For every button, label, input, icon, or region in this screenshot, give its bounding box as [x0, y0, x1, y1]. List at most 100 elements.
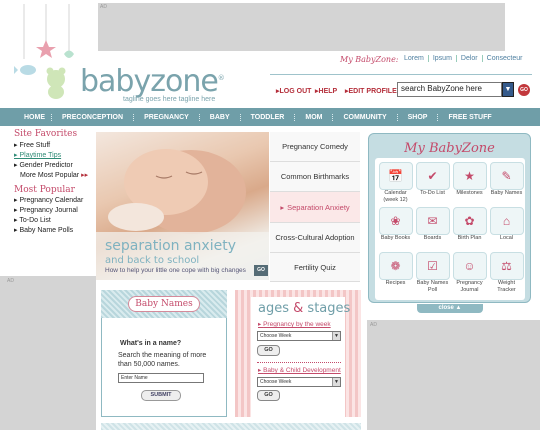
- top-link[interactable]: Lorem: [400, 55, 428, 62]
- search-dropdown[interactable]: ▼: [502, 82, 514, 97]
- nav-toddler[interactable]: TODDLER: [241, 113, 296, 121]
- top-link[interactable]: Ipsum: [427, 55, 456, 62]
- my-babyzone-tile[interactable]: ☑ Baby Names Poll: [414, 252, 451, 294]
- right-ad-block[interactable]: [367, 320, 540, 430]
- poll-icon: ☑: [415, 252, 450, 280]
- tagline: tagline goes here tagline here: [123, 96, 216, 103]
- nav-community[interactable]: COMMUNITY: [333, 113, 398, 121]
- hero-go-button[interactable]: GO: [254, 265, 268, 276]
- my-babyzone-tile[interactable]: ❀ Baby Books: [377, 207, 414, 249]
- top-link[interactable]: Consecteur: [481, 55, 527, 62]
- top-ad-banner[interactable]: [98, 3, 505, 51]
- header-divider: [270, 74, 532, 75]
- left-ad-block[interactable]: [0, 276, 96, 430]
- feature-item[interactable]: Fertility Quiz: [270, 253, 360, 282]
- enter-name-input[interactable]: Enter Name: [118, 373, 204, 383]
- ad-label: AD: [370, 322, 377, 328]
- chevron-down-icon: ▼: [332, 332, 340, 340]
- books-icon: ❀: [378, 207, 413, 235]
- sidebar-item[interactable]: ▸ To-Do List: [14, 216, 83, 226]
- my-babyzone-label[interactable]: My BabyZone:: [340, 55, 399, 64]
- journal-icon: ☺: [452, 252, 487, 280]
- my-babyzone-tile[interactable]: ☺ Pregnancy Journal: [451, 252, 488, 294]
- top-links: Lorem Ipsum Delor Consecteur: [400, 55, 526, 62]
- nav-preconception[interactable]: PRECONCEPTION: [52, 113, 135, 121]
- nav-mom[interactable]: MOM: [295, 113, 334, 121]
- nav-shop[interactable]: SHOP: [398, 113, 439, 121]
- tile-label: Boards: [423, 235, 442, 241]
- tile-label: To-Do List: [420, 190, 445, 196]
- tile-label: Baby Names Poll: [416, 280, 449, 293]
- my-babyzone-tile[interactable]: ⌂ Local: [488, 207, 525, 249]
- top-link[interactable]: Delor: [455, 55, 482, 62]
- my-babyzone-tile[interactable]: ✿ Birth Plan: [451, 207, 488, 249]
- tile-grid: 📅 Calendar (week 12) ✔ To-Do List ★ Milestone…: [377, 162, 525, 294]
- hero-subtitle[interactable]: and back to school: [105, 255, 199, 266]
- pregnancy-by-week-link[interactable]: ▸ Pregnancy by the week: [258, 320, 331, 328]
- search-input[interactable]: search BabyZone here: [397, 82, 502, 97]
- ages-stages-title: ages & stages: [258, 301, 351, 316]
- go-button[interactable]: GO: [257, 345, 280, 356]
- feature-item-active[interactable]: ▸ Separation Anxiety: [270, 192, 360, 223]
- sidebar-item[interactable]: ▸ Pregnancy Journal: [14, 206, 83, 216]
- nav-baby[interactable]: BABY: [200, 113, 241, 121]
- hero-title[interactable]: separation anxiety: [105, 238, 236, 254]
- choose-week-select[interactable]: Choose Week ▼: [257, 331, 341, 341]
- my-babyzone-tile[interactable]: ✎ Baby Names: [488, 162, 525, 204]
- birthplan-icon: ✿: [452, 207, 487, 235]
- recipes-icon: ❁: [378, 252, 413, 280]
- edit-profile-link[interactable]: ▸EDIT PROFILE: [345, 87, 397, 95]
- nav-home[interactable]: HOME: [0, 113, 52, 121]
- choose-week-select[interactable]: Choose Week ▼: [257, 377, 341, 387]
- help-link[interactable]: ▸HELP: [315, 87, 337, 95]
- sidebar-item[interactable]: ▸ Pregnancy Calendar: [14, 196, 83, 206]
- nav-free-stuff[interactable]: FREE STUFF: [438, 114, 501, 121]
- bottom-strip: [101, 423, 361, 430]
- nav-pregnancy[interactable]: PREGNANCY: [134, 113, 200, 121]
- tile-label: Baby Books: [380, 235, 411, 241]
- todo-icon: ✔: [415, 162, 450, 190]
- ad-label: AD: [7, 278, 14, 284]
- divider: [257, 362, 341, 363]
- my-babyzone-tile[interactable]: 📅 Calendar (week 12): [377, 162, 414, 204]
- sidebar-item[interactable]: More Most Popular ▸▸: [14, 171, 88, 181]
- weight-icon: ⚖: [489, 252, 524, 280]
- log-out-link[interactable]: ▸LOG OUT: [276, 87, 311, 95]
- feature-item[interactable]: Cross-Cultural Adoption: [270, 223, 360, 253]
- calendar-icon: 📅: [378, 162, 413, 190]
- baby-names-question: What's in a name?: [120, 340, 182, 347]
- close-panel-button[interactable]: close ▲: [417, 304, 483, 313]
- my-babyzone-tile[interactable]: ⚖ Weight Tracker: [488, 252, 525, 294]
- logo-wordmark[interactable]: babyzone®: [80, 64, 225, 99]
- my-babyzone-tile[interactable]: ✔ To-Do List: [414, 162, 451, 204]
- submit-button[interactable]: SUBMIT: [141, 390, 181, 401]
- boards-icon: ✉: [415, 207, 450, 235]
- most-popular-heading: Most Popular: [14, 185, 75, 195]
- go-button[interactable]: GO: [257, 390, 280, 401]
- sidebar-item[interactable]: ▸ Gender Predictor: [14, 161, 88, 171]
- tile-label: Weight Tracker: [497, 280, 516, 293]
- tile-label: Local: [499, 235, 514, 241]
- search-go-button[interactable]: GO: [518, 84, 530, 96]
- sidebar-item[interactable]: ▸ Playtime Tips: [14, 151, 88, 161]
- sidebar-item[interactable]: ▸ Free Stuff: [14, 141, 88, 151]
- sidebar-item[interactable]: ▸ Baby Name Polls: [14, 226, 83, 236]
- main-nav: HOME PRECONCEPTION PREGNANCY BABY TODDLE…: [0, 108, 540, 126]
- baby-names-description: Search the meaning of more than 50,000 n…: [118, 352, 207, 368]
- hero-caption: How to help your little one cope with bi…: [105, 267, 246, 274]
- site-favorites-list: ▸ Free Stuff ▸ Playtime Tips ▸ Gender Pr…: [14, 141, 88, 181]
- arrow-right-icon: ▸: [280, 202, 285, 212]
- chevron-down-icon: ▼: [332, 378, 340, 386]
- my-babyzone-tile[interactable]: ★ Milestones: [451, 162, 488, 204]
- my-babyzone-tile[interactable]: ❁ Recipes: [377, 252, 414, 294]
- my-babyzone-tile[interactable]: ✉ Boards: [414, 207, 451, 249]
- baby-child-development-link[interactable]: ▸ Baby & Child Development: [258, 366, 341, 374]
- tile-label: Recipes: [385, 280, 406, 286]
- tile-label: Birth Plan: [457, 235, 482, 241]
- tile-label: Calendar (week 12): [383, 190, 408, 203]
- logo-mobile-icon: [14, 4, 74, 99]
- feature-item[interactable]: Pregnancy Comedy: [270, 132, 360, 162]
- feature-item[interactable]: Common Birthmarks: [270, 162, 360, 192]
- milestones-icon: ★: [452, 162, 487, 190]
- local-icon: ⌂: [489, 207, 524, 235]
